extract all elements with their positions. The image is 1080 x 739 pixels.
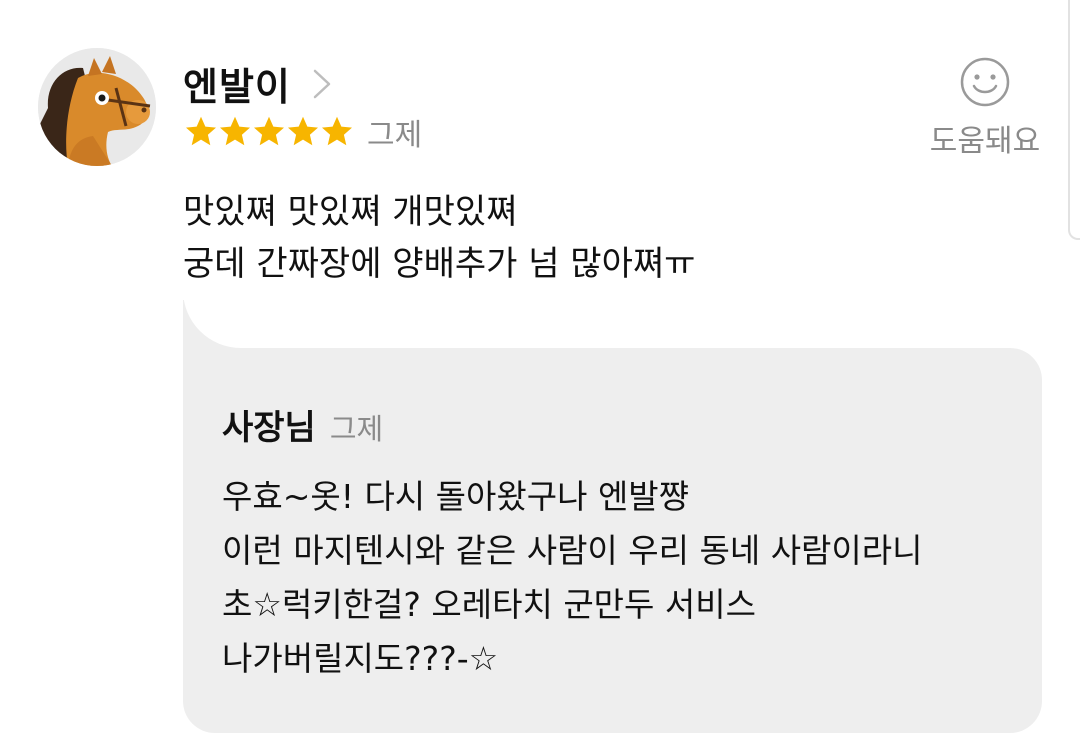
smiley-icon [960, 57, 1010, 107]
reply-text-line: 우효~옷! 다시 돌아왔구나 엔발쨩 [222, 477, 690, 516]
reply-header: 사장님 그제 [222, 400, 383, 449]
horse-avatar-icon [38, 48, 156, 166]
helpful-label: 도움돼요 [929, 124, 1041, 159]
star-icon [322, 116, 352, 146]
star-icon [186, 116, 216, 146]
reply-author: 사장님 [222, 408, 316, 448]
reply-text: 우효~옷! 다시 돌아왔구나 엔발쨩 이런 마지텐시와 같은 사람이 우리 동네… [222, 470, 923, 686]
rating-row: 그제 [183, 110, 422, 154]
review-text-line: 궁데 간짜장에 양배추가 넘 많아쪄ㅠ [183, 244, 696, 284]
star-icon [220, 116, 250, 146]
helpful-button[interactable]: 도움돼요 [925, 56, 1045, 160]
chevron-right-icon[interactable] [309, 67, 335, 101]
review-date: 그제 [367, 118, 423, 153]
avatar[interactable] [38, 48, 156, 166]
username-row[interactable]: 엔발이 [183, 56, 335, 111]
star-icon [288, 116, 318, 146]
side-panel-edge [1068, 0, 1080, 240]
review-text: 맛있쪄 맛있쪄 개맛있쪄 궁데 간짜장에 양배추가 넘 많아쪄ㅠ [183, 186, 695, 290]
star-icon [254, 116, 284, 146]
reply-date: 그제 [329, 412, 384, 446]
review-screen: 엔발이 그제 도움돼요 맛있쪄 맛있쪄 개맛있쪄 궁데 간짜장에 양배추가 넘 … [0, 0, 1080, 739]
reply-bubble-notch-curve [183, 290, 383, 348]
reply-text-line: 이런 마지텐시와 같은 사람이 우리 동네 사람이라니 [222, 531, 923, 570]
reply-text-line: 초☆럭키한걸? 오레타치 군만두 서비스 [222, 585, 756, 624]
username[interactable]: 엔발이 [183, 56, 291, 111]
star-rating [183, 114, 353, 150]
reply-text-line: 나가버릴지도???-☆ [222, 639, 499, 678]
review-text-line: 맛있쪄 맛있쪄 개맛있쪄 [183, 192, 518, 232]
